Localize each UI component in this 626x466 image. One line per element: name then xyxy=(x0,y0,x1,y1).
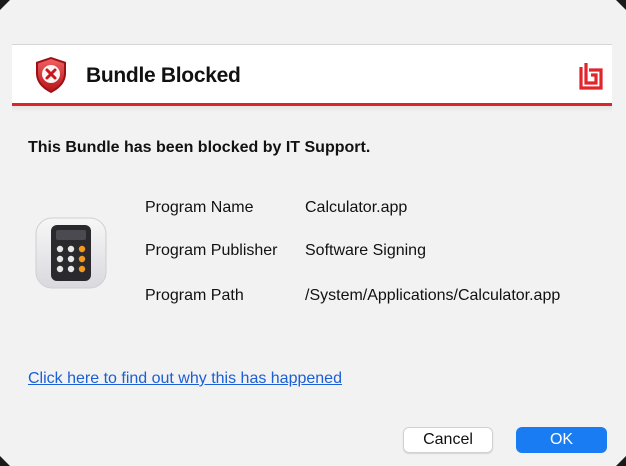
window-corner xyxy=(0,456,10,466)
window-corner xyxy=(0,0,10,10)
blocked-shield-icon xyxy=(36,57,66,93)
program-name-value: Calculator.app xyxy=(305,199,408,216)
window-corner xyxy=(616,0,626,10)
window-corner xyxy=(616,456,626,466)
program-path-value: /System/Applications/Calculator.app xyxy=(305,287,561,304)
program-path-label: Program Path xyxy=(145,287,244,304)
header-shadow xyxy=(12,106,612,112)
vendor-logo-icon xyxy=(579,63,603,90)
program-publisher-label: Program Publisher xyxy=(145,242,278,259)
calculator-app-icon xyxy=(35,217,107,289)
program-name-label: Program Name xyxy=(145,199,254,216)
program-publisher-value: Software Signing xyxy=(305,242,426,259)
dialog-title: Bundle Blocked xyxy=(86,64,241,87)
ok-button[interactable]: OK xyxy=(516,427,607,453)
cancel-button[interactable]: Cancel xyxy=(403,427,493,453)
help-link[interactable]: Click here to find out why this has happ… xyxy=(28,370,342,388)
blocked-message: This Bundle has been blocked by IT Suppo… xyxy=(28,139,371,156)
